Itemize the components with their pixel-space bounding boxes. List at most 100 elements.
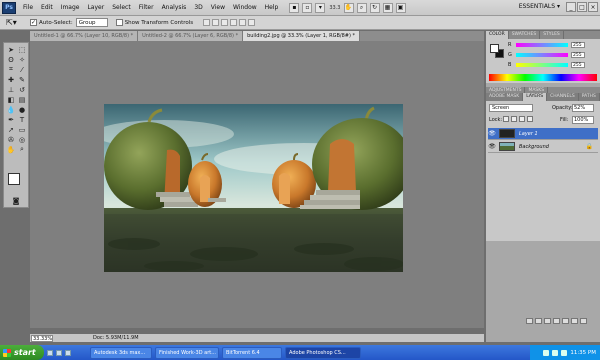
menu-edit[interactable]: Edit — [37, 0, 57, 16]
blue-value-field[interactable]: 255 — [571, 62, 585, 68]
eraser-icon[interactable]: ◧ — [6, 95, 16, 104]
bridge-icon[interactable]: ▪ — [289, 2, 300, 13]
show-transform-checkbox[interactable] — [115, 19, 123, 26]
new-layer-icon[interactable] — [571, 318, 578, 324]
magic-wand-icon[interactable]: ✧ — [17, 55, 27, 64]
path-selection-icon[interactable]: ➚ — [6, 125, 16, 134]
healing-brush-icon[interactable]: ✚ — [6, 75, 16, 84]
delete-layer-icon[interactable] — [580, 318, 587, 324]
auto-select-checkbox[interactable]: ✓ — [30, 19, 37, 26]
arrange-documents-icon[interactable]: ▦ — [382, 2, 393, 13]
type-tool-icon[interactable]: T — [17, 115, 27, 124]
align-bottom-icon[interactable] — [221, 19, 229, 26]
taskbar-item-bittorrent[interactable]: BitTorrent 6.4 — [222, 346, 282, 359]
eyedropper-icon[interactable]: ⁄ — [17, 65, 27, 74]
tab-untitled-1[interactable]: Untitled-1 @ 66.7% (Layer 10, RGB/8) * — [30, 31, 139, 41]
extras-icon[interactable]: ▾ — [315, 2, 326, 13]
blend-mode-dropdown[interactable]: Screen — [489, 104, 533, 112]
tray-icon[interactable] — [561, 349, 568, 356]
document-size-info[interactable]: Doc: 5.93M/11.9M — [93, 335, 139, 341]
align-center-icon[interactable] — [239, 19, 247, 26]
layer-row[interactable]: 👁 Layer 1 — [488, 128, 598, 140]
marquee-tool-icon[interactable]: ⬚ — [17, 45, 27, 54]
visibility-eye-icon[interactable]: 👁 — [488, 130, 496, 137]
align-right-icon[interactable] — [248, 19, 256, 26]
taskbar-item-3dsmax[interactable]: Autodesk 3ds max... — [90, 346, 152, 359]
green-slider[interactable] — [516, 53, 568, 57]
new-group-icon[interactable] — [562, 318, 569, 324]
tab-building2[interactable]: building2.jpg @ 33.3% (Layer 1, RGB/8#) … — [243, 31, 360, 41]
close-icon[interactable]: × — [588, 2, 598, 12]
shape-tool-icon[interactable]: ▭ — [17, 125, 27, 134]
screen-mode-icon[interactable]: ▣ — [395, 2, 406, 13]
lock-position-icon[interactable] — [519, 116, 525, 122]
red-value-field[interactable]: 255 — [571, 42, 585, 48]
3d-rotate-icon[interactable]: ✇ — [6, 135, 16, 144]
zoom-icon[interactable]: ⌕ — [17, 145, 27, 154]
crop-tool-icon[interactable]: ⌗ — [6, 65, 16, 74]
tab-adobe-mask[interactable]: ADOBE MASK — [486, 93, 524, 101]
tray-icon[interactable] — [552, 349, 559, 356]
blue-slider[interactable] — [516, 63, 568, 67]
lock-all-icon[interactable] — [527, 116, 533, 122]
tab-channels[interactable]: CHANNELS — [547, 93, 579, 101]
foreground-background-colors[interactable] — [8, 173, 26, 191]
layer-style-icon[interactable] — [535, 318, 542, 324]
blur-tool-icon[interactable]: 💧 — [6, 105, 16, 114]
menu-3d[interactable]: 3D — [190, 0, 206, 16]
menu-image[interactable]: Image — [57, 0, 84, 16]
taskbar-item-finished-work[interactable]: Finished Work-3D art... — [155, 346, 219, 359]
pen-tool-icon[interactable]: ✒ — [6, 115, 16, 124]
menu-help[interactable]: Help — [261, 0, 283, 16]
zoom-tool-icon[interactable]: ⌕ — [356, 2, 367, 13]
3d-orbit-icon[interactable]: ◎ — [17, 135, 27, 144]
align-left-icon[interactable] — [230, 19, 238, 26]
auto-select-mode-dropdown[interactable]: Group — [75, 18, 108, 27]
quick-mask-icon[interactable]: ◙ — [11, 196, 21, 205]
menu-select[interactable]: Select — [108, 0, 135, 16]
adjustment-layer-icon[interactable] — [553, 318, 560, 324]
menu-analysis[interactable]: Analysis — [158, 0, 191, 16]
workspace-switcher[interactable]: ESSENTIALS ▾ — [519, 3, 560, 10]
link-layers-icon[interactable] — [526, 318, 533, 324]
quick-launch-icon[interactable] — [56, 349, 62, 356]
tray-icon[interactable] — [543, 349, 550, 356]
color-spectrum-bar[interactable] — [489, 74, 597, 81]
menu-file[interactable]: File — [19, 0, 37, 16]
tab-styles[interactable]: STYLES — [540, 31, 564, 39]
lock-transparency-icon[interactable] — [503, 116, 509, 122]
quick-launch-icon[interactable] — [65, 349, 71, 356]
align-middle-icon[interactable] — [212, 19, 220, 26]
menu-view[interactable]: View — [207, 0, 229, 16]
move-tool-preset-icon[interactable]: ⇱▾ — [6, 17, 22, 28]
tab-paths[interactable]: PATHS — [579, 93, 600, 101]
move-tool-icon[interactable]: ➤ — [6, 45, 16, 54]
clone-stamp-icon[interactable]: ⊥ — [6, 85, 16, 94]
lasso-tool-icon[interactable]: ʘ — [6, 55, 16, 64]
layer-row[interactable]: 👁 Background 🔒 — [488, 141, 598, 153]
zoom-level-readout[interactable]: 33.3 — [329, 5, 340, 11]
tab-color[interactable]: COLOR — [486, 31, 509, 39]
menu-filter[interactable]: Filter — [135, 0, 158, 16]
tab-untitled-2[interactable]: Untitled-2 @ 66.7% (Layer 6, RGB/8) * — [138, 31, 244, 41]
brush-tool-icon[interactable]: ✎ — [17, 75, 27, 84]
red-slider[interactable] — [516, 43, 568, 47]
menu-layer[interactable]: Layer — [83, 0, 108, 16]
opacity-field[interactable]: 52% — [572, 104, 594, 112]
zoom-field[interactable]: 33.33% — [31, 334, 53, 342]
panel-foreground-swatch[interactable] — [490, 44, 499, 53]
add-mask-icon[interactable] — [544, 318, 551, 324]
tab-layers[interactable]: LAYERS — [523, 93, 548, 101]
maximize-icon[interactable]: □ — [577, 2, 587, 12]
hand-tool-icon[interactable]: ✋ — [343, 2, 354, 13]
document-canvas[interactable] — [104, 104, 403, 272]
history-brush-icon[interactable]: ↺ — [17, 85, 27, 94]
menu-window[interactable]: Window — [229, 0, 261, 16]
gradient-tool-icon[interactable]: ▤ — [17, 95, 27, 104]
minimize-icon[interactable]: _ — [566, 2, 576, 12]
visibility-eye-icon[interactable]: 👁 — [488, 143, 496, 150]
hand-icon[interactable]: ✋ — [6, 145, 16, 154]
lock-pixels-icon[interactable] — [511, 116, 517, 122]
green-value-field[interactable]: 255 — [571, 52, 585, 58]
fill-field[interactable]: 100% — [572, 116, 594, 124]
